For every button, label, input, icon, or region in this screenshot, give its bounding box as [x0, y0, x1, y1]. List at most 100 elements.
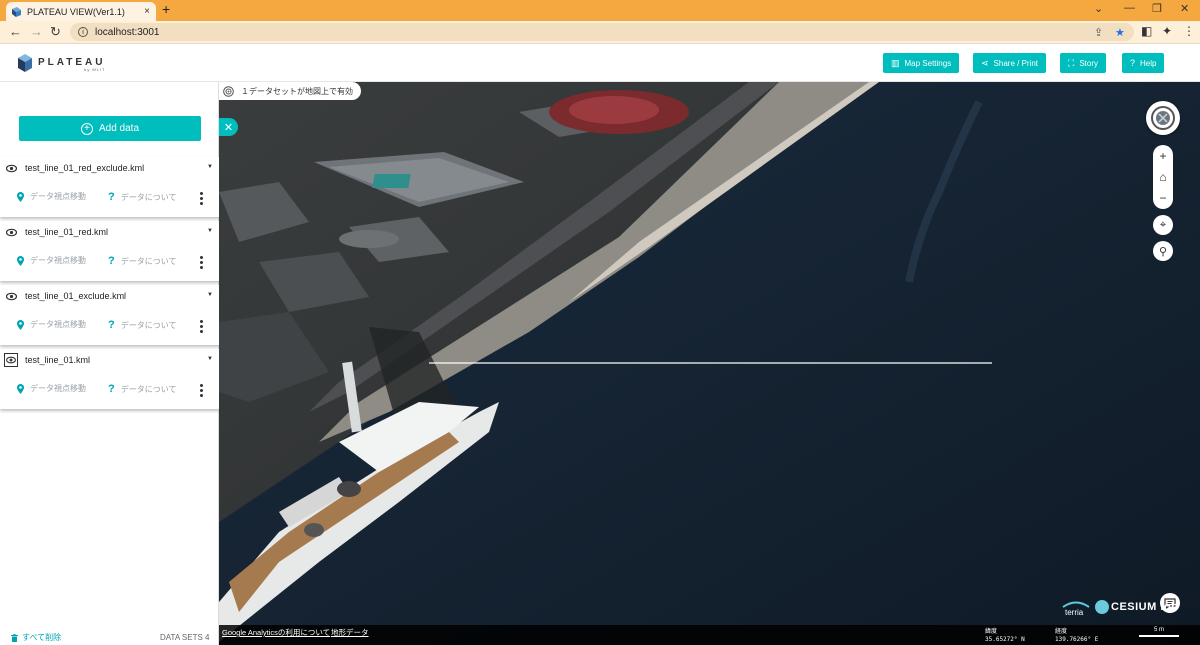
- latitude-readout: 緯度 35.65272° N: [985, 628, 1025, 644]
- cesium-logo[interactable]: CESIUM ion: [1095, 600, 1178, 614]
- reload-icon[interactable]: ↻: [50, 24, 61, 40]
- side-panel-icon[interactable]: ◧: [1141, 24, 1152, 38]
- eye-icon[interactable]: [4, 353, 18, 367]
- longitude-label: 経度: [1055, 628, 1068, 635]
- collapse-panel-button[interactable]: ✕: [219, 118, 238, 136]
- zoom-in-button[interactable]: +: [1159, 149, 1166, 163]
- terria-logo: terria: [1062, 601, 1090, 616]
- about-data-button[interactable]: ? データについて: [108, 191, 177, 203]
- back-icon[interactable]: ←: [9, 24, 22, 39]
- address-bar[interactable]: i localhost:3001 ⇪ ★: [70, 23, 1134, 41]
- caret-down-icon[interactable]: ▼: [207, 228, 213, 234]
- help-button[interactable]: ? Help: [1122, 53, 1165, 73]
- eye-icon[interactable]: [6, 228, 17, 237]
- caret-down-icon[interactable]: ▼: [207, 164, 213, 170]
- new-tab-button[interactable]: +: [162, 1, 170, 17]
- more-options-icon[interactable]: [199, 384, 203, 397]
- home-icon[interactable]: ⌂: [1159, 170, 1166, 184]
- share-print-button[interactable]: ⋖ Share / Print: [973, 53, 1047, 73]
- dataset-count: DATA SETS 4: [160, 633, 210, 642]
- about-data-label: データについて: [120, 256, 177, 266]
- move-to-data-label: データ視点移動: [30, 384, 86, 393]
- about-data-button[interactable]: ? データについて: [108, 319, 177, 331]
- share-print-label: Share / Print: [993, 58, 1039, 68]
- bookmark-star-icon[interactable]: ★: [1115, 26, 1125, 39]
- dataset-name: test_line_01.kml: [25, 355, 91, 365]
- broadcast-icon: [223, 85, 234, 97]
- eye-icon[interactable]: [6, 292, 17, 301]
- active-datasets-status[interactable]: １データセットが地図上で有効: [219, 82, 361, 100]
- share-icon: ⋖: [981, 57, 989, 68]
- zoom-out-button[interactable]: −: [1159, 191, 1166, 205]
- move-to-data-button[interactable]: データ視点移動: [17, 191, 86, 202]
- restore-icon[interactable]: ❐: [1152, 2, 1162, 15]
- compass-control[interactable]: [1146, 101, 1180, 135]
- add-data-label: Add data: [98, 123, 140, 134]
- about-data-button[interactable]: ? データについて: [108, 383, 177, 395]
- move-to-data-label: データ視点移動: [30, 192, 86, 201]
- eye-icon[interactable]: [6, 164, 17, 173]
- question-icon: ?: [108, 319, 115, 331]
- location-pin-icon: [17, 383, 24, 394]
- url-text: localhost:3001: [95, 26, 160, 38]
- workbench-sidebar: + Add data test_line_01_red_exclude.kml …: [0, 82, 219, 645]
- dataset-item: test_line_01_exclude.kml ▼ データ視点移動 ? データ…: [0, 285, 219, 345]
- add-data-button[interactable]: + Add data: [19, 116, 201, 141]
- scale-line: [1139, 635, 1179, 637]
- scale-bar: 5 m: [1139, 627, 1179, 637]
- minimize-icon[interactable]: —: [1124, 2, 1135, 14]
- analytics-link[interactable]: Google Analyticsの利用について: [222, 627, 330, 638]
- extensions-icon[interactable]: ✦: [1162, 24, 1172, 38]
- map-settings-button[interactable]: ▥ Map Settings: [883, 53, 960, 73]
- my-location-button[interactable]: ⌖: [1153, 215, 1173, 235]
- question-icon: ?: [108, 383, 115, 395]
- dataset-name: test_line_01_red.kml: [25, 227, 109, 237]
- caret-down-icon[interactable]: ▼: [207, 292, 213, 298]
- map-settings-label: Map Settings: [904, 58, 952, 68]
- caret-down-icon[interactable]: ▼: [207, 356, 213, 362]
- browser-tab[interactable]: PLATEAU VIEW(Ver1.1) ×: [6, 2, 156, 21]
- plateau-logo[interactable]: PLATEAU by MLIT: [18, 54, 105, 72]
- cesium-text: CESIUM ion: [1111, 601, 1179, 613]
- move-to-data-button[interactable]: データ視点移動: [17, 255, 86, 266]
- active-datasets-text: １データセットが地図上で有効: [241, 86, 353, 96]
- move-to-data-label: データ視点移動: [30, 320, 86, 329]
- more-options-icon[interactable]: [199, 320, 203, 333]
- close-window-icon[interactable]: ✕: [1180, 2, 1189, 15]
- delete-all-button[interactable]: すべて削除: [11, 632, 61, 643]
- map-viewport[interactable]: １データセットが地図上で有効 ✕ + ⌂ − ⌖ ⚲ terria CESIUM…: [219, 82, 1200, 645]
- longitude-value: 139.76266° E: [1055, 636, 1099, 643]
- terria-text: terria: [1065, 608, 1084, 616]
- cesium-icon: [1095, 600, 1109, 614]
- latitude-value: 35.65272° N: [985, 636, 1025, 643]
- pedestrian-mode-button[interactable]: ⚲: [1153, 241, 1173, 261]
- site-info-icon[interactable]: i: [78, 27, 88, 37]
- move-to-data-button[interactable]: データ視点移動: [17, 383, 86, 394]
- move-to-data-label: データ視点移動: [30, 256, 86, 265]
- satellite-scene: [219, 82, 1200, 645]
- dataset-item: test_line_01_red.kml ▼ データ視点移動 ? データについて: [0, 221, 219, 281]
- more-options-icon[interactable]: [199, 256, 203, 269]
- terrain-data-link[interactable]: 地形データ: [331, 627, 369, 638]
- location-pin-icon: [17, 319, 24, 330]
- logo-subtext: by MLIT: [84, 67, 106, 72]
- story-button[interactable]: ⛶ Story: [1060, 53, 1106, 73]
- help-icon: ?: [1130, 58, 1136, 68]
- move-to-data-button[interactable]: データ視点移動: [17, 319, 86, 330]
- tab-search-icon[interactable]: ⌄: [1094, 2, 1103, 15]
- dataset-item: test_line_01.kml ▼ データ視点移動 ? データについて: [0, 349, 219, 409]
- story-label: Story: [1079, 58, 1098, 68]
- about-data-button[interactable]: ? データについて: [108, 255, 177, 267]
- help-label: Help: [1140, 58, 1157, 68]
- dataset-name: test_line_01_exclude.kml: [25, 291, 127, 301]
- browser-menu-icon[interactable]: ⋮: [1183, 24, 1195, 38]
- forward-icon[interactable]: →: [30, 24, 43, 39]
- more-options-icon[interactable]: [199, 192, 203, 205]
- compass-icon: [1151, 106, 1175, 130]
- story-icon: ⛶: [1068, 57, 1075, 68]
- about-data-label: データについて: [120, 320, 177, 330]
- share-page-icon[interactable]: ⇪: [1094, 26, 1103, 39]
- tab-close-icon[interactable]: ×: [144, 6, 150, 17]
- delete-all-label: すべて削除: [22, 633, 62, 642]
- question-icon: ?: [108, 191, 115, 203]
